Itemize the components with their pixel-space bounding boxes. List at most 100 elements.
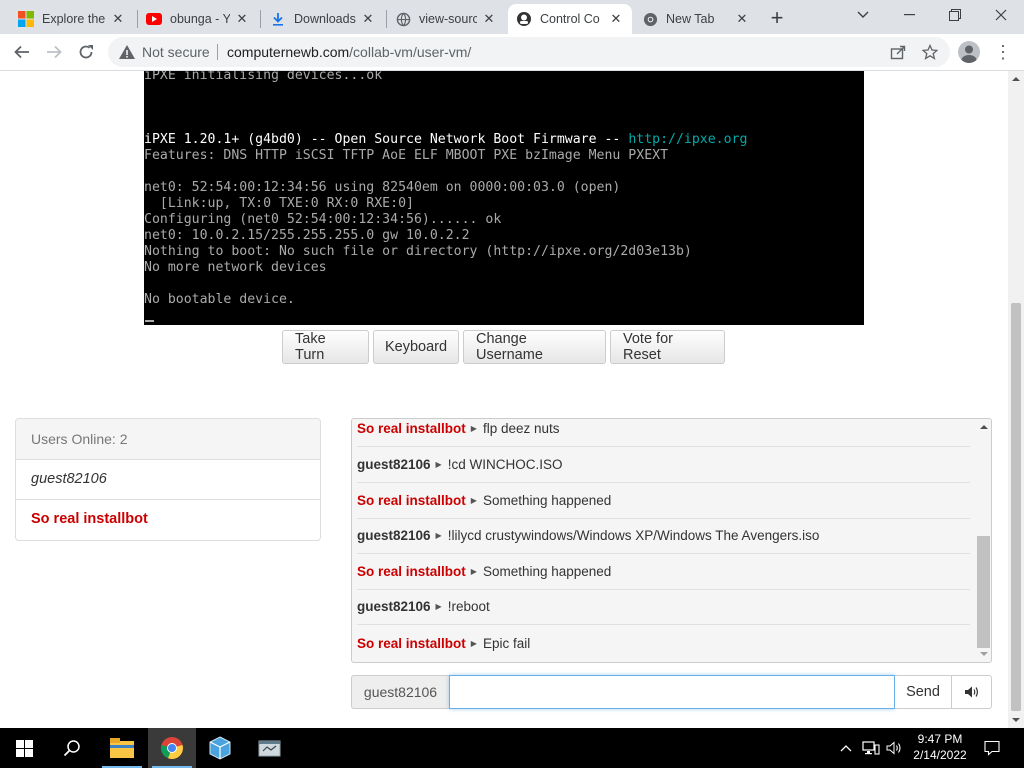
close-icon[interactable]: ✕ (608, 11, 624, 27)
chat-scrollbar-thumb[interactable] (977, 536, 990, 648)
chat-username: So real installbot (357, 421, 466, 436)
chevron-up-icon[interactable] (836, 728, 856, 768)
taskbar-chrome[interactable] (148, 728, 196, 768)
network-icon[interactable] (860, 728, 882, 768)
notification-icon[interactable] (980, 728, 1004, 768)
profile-avatar-icon[interactable] (958, 41, 980, 63)
chat-username: So real installbot (357, 564, 466, 579)
close-window-button[interactable] (978, 0, 1024, 30)
tab-youtube[interactable]: obunga - Y ✕ (138, 4, 258, 34)
vote-reset-button[interactable]: Vote for Reset (610, 330, 725, 364)
chat-box[interactable]: So real installbot ▶ flp deez nuts guest82… (351, 418, 992, 663)
chat-text: Something happened (482, 564, 612, 579)
reload-button[interactable] (72, 38, 100, 66)
arrow-right-icon: ▶ (435, 460, 442, 469)
download-icon (270, 11, 286, 27)
tab-view-source[interactable]: view-sourc ✕ (387, 4, 505, 34)
chat-username: guest82106 (357, 599, 431, 614)
chat-username-label: guest82106 (351, 675, 449, 709)
address-bar[interactable]: Not secure computernewb.com/collab-vm/us… (108, 37, 950, 67)
chat-scrollbar[interactable] (976, 419, 991, 662)
chevron-down-icon[interactable] (840, 0, 886, 30)
vm-screen[interactable]: iPXE initialising devices...ok iPXE 1.20… (144, 71, 864, 325)
forward-button[interactable] (40, 38, 68, 66)
page-scrollbar-thumb[interactable] (1011, 303, 1021, 711)
taskbar-file-explorer[interactable] (98, 728, 146, 768)
tab-control-collab[interactable]: Control Co ✕ (508, 4, 632, 34)
not-secure-label[interactable]: Not secure (142, 44, 210, 60)
chat-message: So real installbot ▶ Something happened (357, 483, 970, 519)
chat-username: So real installbot (357, 493, 466, 508)
share-icon[interactable] (888, 42, 908, 62)
user-list-item[interactable]: guest82106 (16, 460, 320, 500)
chrome-icon (642, 11, 658, 27)
chat-text: Something happened (482, 493, 612, 508)
vm-line: No bootable device. (144, 292, 295, 307)
new-tab-button[interactable]: + (763, 5, 791, 31)
take-turn-button[interactable]: Take Turn (282, 330, 369, 364)
close-icon[interactable]: ✕ (110, 11, 126, 27)
vm-line-ipxe: iPXE 1.20.1+ (g4bd0) -- Open Source Netw… (144, 132, 747, 148)
clock-time: 9:47 PM (917, 732, 963, 746)
start-button[interactable] (0, 728, 48, 768)
user-list-item[interactable]: So real installbot (16, 500, 320, 540)
close-icon[interactable]: ✕ (234, 11, 250, 27)
vm-line: iPXE initialising devices...ok (144, 71, 383, 83)
close-icon[interactable]: ✕ (360, 11, 376, 27)
back-button[interactable] (8, 38, 36, 66)
chat-message: So real installbot ▶ Epic fail (357, 625, 970, 661)
vm-line: No more network devices (144, 260, 327, 275)
chat-input[interactable] (449, 675, 895, 709)
page-scrollbar[interactable] (1008, 71, 1024, 728)
scroll-down-icon (1012, 718, 1020, 722)
scroll-down-icon (980, 652, 988, 656)
volume-icon (964, 686, 978, 698)
browser-toolbar: Not secure computernewb.com/collab-vm/us… (0, 34, 1024, 71)
chat-username: So real installbot (357, 635, 466, 651)
vm-cursor (145, 320, 154, 322)
taskbar: 9:47 PM 2/14/2022 (0, 728, 1024, 768)
tab-downloads[interactable]: Downloads ✕ (262, 4, 384, 34)
vm-line: Configuring (net0 52:54:00:12:34:56)....… (144, 212, 502, 227)
send-button[interactable]: Send (895, 675, 952, 709)
minimize-button[interactable] (886, 0, 932, 30)
taskbar-app[interactable] (246, 728, 294, 768)
clock-date: 2/14/2022 (913, 748, 967, 762)
close-icon[interactable]: ✕ (734, 11, 750, 27)
chat-text: Epic fail (482, 635, 531, 651)
windows-logo-icon (18, 11, 34, 27)
keyboard-button[interactable]: Keyboard (373, 330, 459, 364)
url-text[interactable]: computernewb.com/collab-vm/user-vm/ (227, 44, 471, 60)
change-username-button[interactable]: Change Username (463, 330, 606, 364)
taskbar-virtualbox[interactable] (196, 728, 244, 768)
vm-line: net0: 52:54:00:12:34:56 using 82540em on… (144, 180, 621, 195)
warning-icon[interactable] (118, 43, 136, 61)
menu-dots-icon[interactable]: ⋮ (993, 39, 1013, 65)
arrow-right-icon: ▶ (435, 531, 442, 540)
virtualbox-icon (209, 736, 231, 760)
scroll-up-icon (1012, 77, 1020, 81)
tab-new-tab[interactable]: New Tab ✕ (634, 4, 758, 34)
chat-text: flp deez nuts (482, 421, 560, 436)
search-button[interactable] (48, 728, 96, 768)
tab-explore[interactable]: Explore the ✕ (10, 4, 134, 34)
arrow-right-icon: ▶ (470, 567, 477, 576)
tab-title: Explore the (42, 12, 106, 26)
vm-line-ipxe-text: iPXE 1.20.1+ (g4bd0) -- Open Source Netw… (144, 132, 629, 147)
arrow-right-icon: ▶ (470, 638, 477, 648)
restore-button[interactable] (932, 0, 978, 30)
collabvm-icon (516, 11, 532, 27)
tab-divider (260, 10, 261, 28)
vm-line: net0: 10.0.2.15/255.255.255.0 gw 10.0.2.… (144, 228, 470, 243)
tab-strip: Explore the ✕ obunga - Y ✕ Downloads ✕ v… (0, 0, 1024, 34)
close-icon[interactable]: ✕ (481, 11, 497, 27)
taskbar-clock[interactable]: 9:47 PM 2/14/2022 (900, 731, 980, 763)
tab-title: obunga - Y (170, 12, 230, 26)
star-icon[interactable] (920, 42, 940, 62)
chat-message: guest82106 ▶ !lilycd crustywindows/Windows… (357, 518, 970, 554)
vm-line: [Link:up, TX:0 TXE:0 RX:0 RXE:0] (144, 196, 414, 211)
chat-message: guest82106 ▶ !reboot (357, 589, 970, 625)
chat-input-group: guest82106 Send (351, 675, 992, 709)
volume-button[interactable] (952, 675, 992, 709)
scroll-up-icon (980, 425, 988, 429)
